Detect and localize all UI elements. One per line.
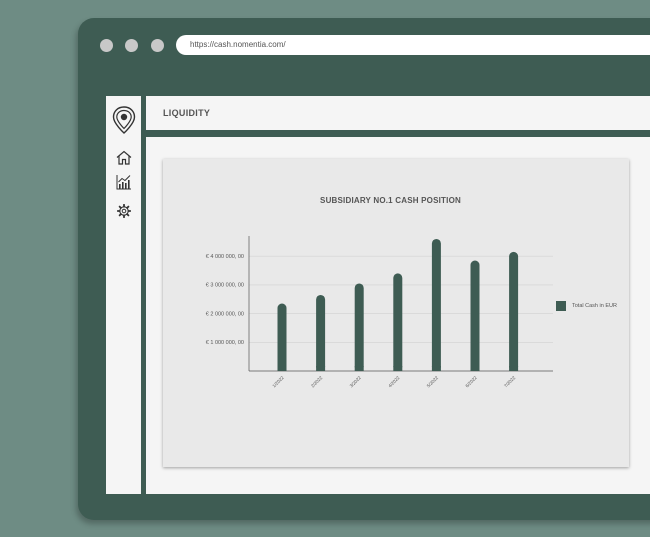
y-tick-label: € 1 000 000, 00 xyxy=(206,340,244,346)
bar-base xyxy=(354,366,364,371)
y-tick-label: € 2 000 000, 00 xyxy=(206,311,244,317)
x-tick-label: 2/2022 xyxy=(310,375,324,389)
legend-label: Total Cash in EUR xyxy=(572,303,617,309)
x-tick-label: 4/2022 xyxy=(387,375,401,389)
legend-swatch xyxy=(556,301,566,311)
bar-base xyxy=(470,366,480,371)
y-tick-label: € 4 000 000, 00 xyxy=(206,254,244,260)
bar-base xyxy=(509,366,519,371)
bar xyxy=(393,273,403,371)
bar xyxy=(470,260,480,371)
bar-base xyxy=(431,366,441,371)
x-tick-label: 3/2022 xyxy=(349,375,363,389)
bar xyxy=(509,251,519,371)
chart-legend: Total Cash in EUR xyxy=(556,301,617,311)
bar xyxy=(316,294,326,371)
x-tick-label: 6/2022 xyxy=(464,375,478,389)
x-tick-label: 7/2022 xyxy=(503,375,517,389)
bar xyxy=(354,283,364,371)
bar-base xyxy=(277,366,287,371)
y-tick-label: € 3 000 000, 00 xyxy=(206,283,244,289)
bar-base xyxy=(316,366,326,371)
bar xyxy=(431,238,441,371)
x-tick-label: 1/2022 xyxy=(271,375,285,389)
cash-position-chart: € 1 000 000, 00 € 2 000 000, 00 € 3 000 00… xyxy=(206,236,553,389)
x-tick-label: 5/2022 xyxy=(426,375,440,389)
bar-base xyxy=(393,366,403,371)
bar xyxy=(277,303,287,371)
